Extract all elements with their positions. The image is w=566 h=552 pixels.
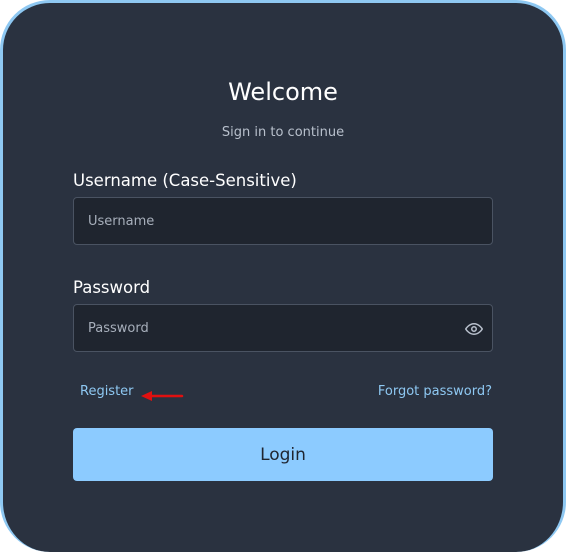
username-field-container (73, 197, 493, 245)
password-field-container (73, 304, 493, 352)
login-card: Welcome Sign in to continue Username (Ca… (0, 0, 566, 552)
username-label: Username (Case-Sensitive) (73, 171, 297, 190)
password-input[interactable] (74, 305, 492, 351)
forgot-password-link[interactable]: Forgot password? (378, 384, 492, 399)
username-input[interactable] (74, 198, 492, 244)
eye-icon[interactable] (465, 320, 483, 338)
password-label: Password (73, 278, 151, 297)
page-subtitle: Sign in to continue (221, 125, 345, 140)
page-title: Welcome (228, 78, 338, 106)
register-link[interactable]: Register (80, 384, 134, 399)
login-button[interactable]: Login (73, 428, 493, 481)
arrow-left-icon (140, 387, 184, 401)
page: Welcome Sign in to continue Username (Ca… (0, 0, 566, 552)
